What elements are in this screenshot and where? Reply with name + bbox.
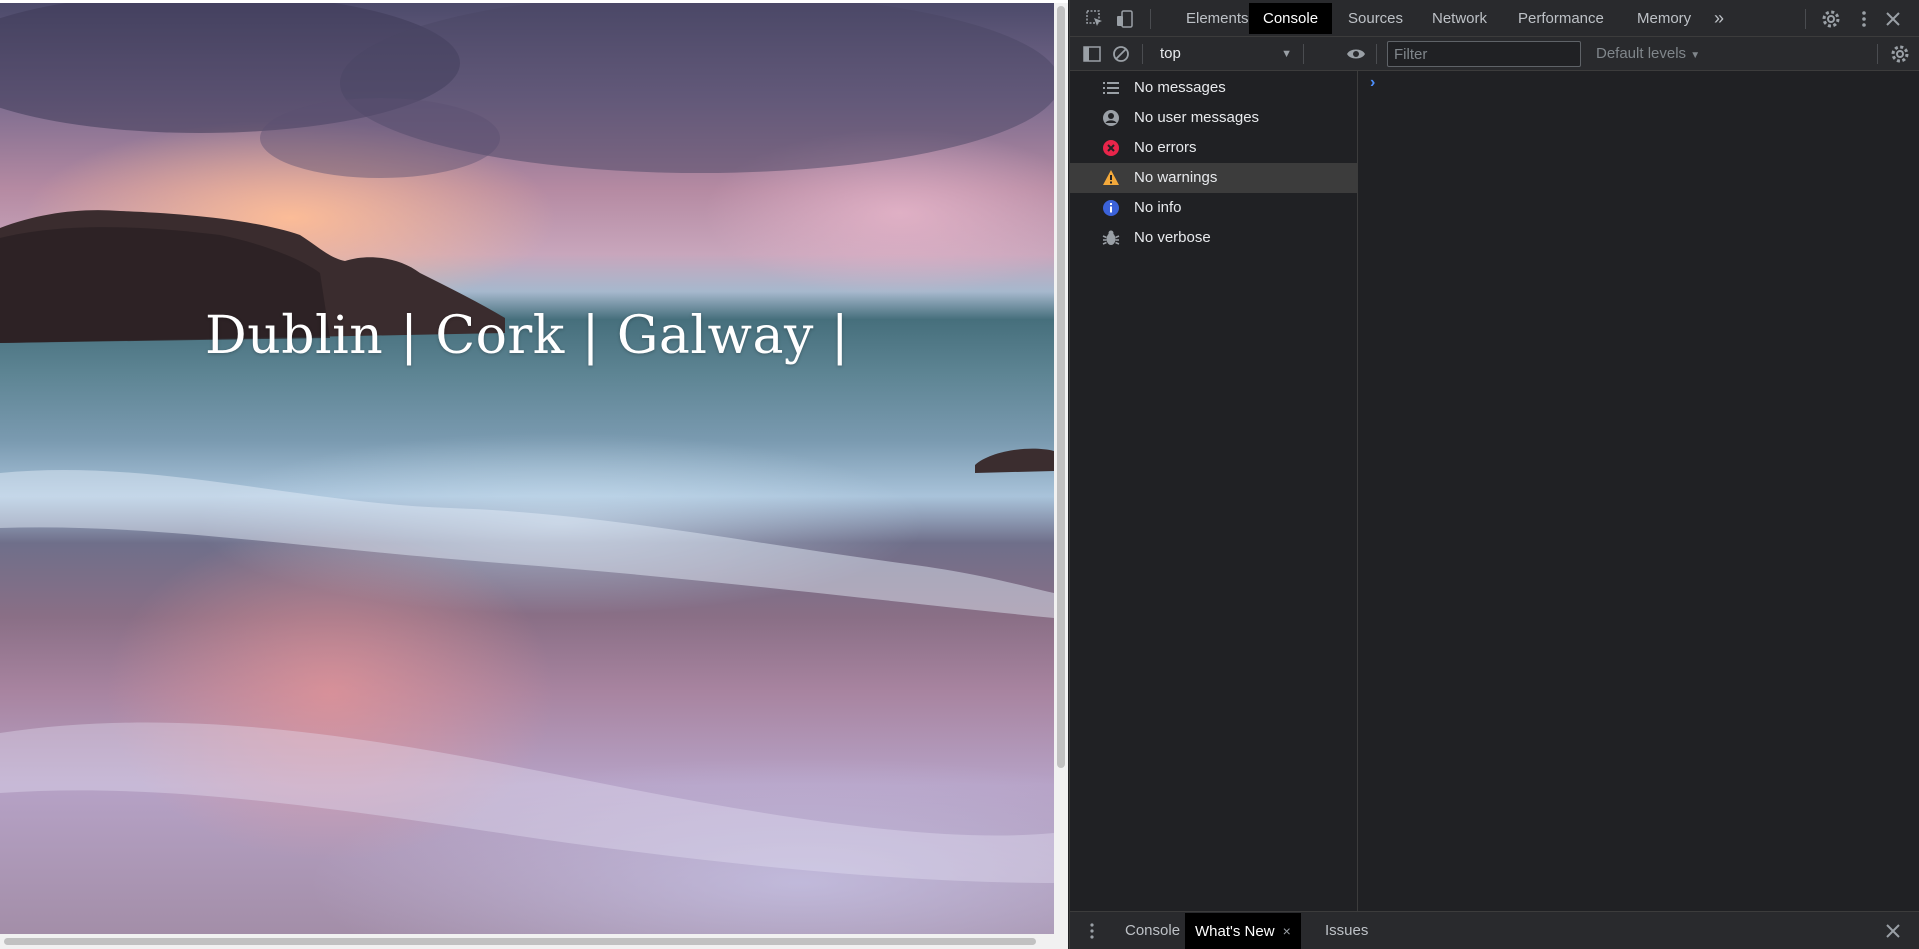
user-icon bbox=[1103, 110, 1119, 126]
sidebar-item-label: No messages bbox=[1134, 79, 1226, 96]
bug-icon bbox=[1102, 230, 1120, 245]
drawer-tab-label: What's New bbox=[1195, 923, 1275, 940]
toolbar-separator bbox=[1376, 44, 1377, 64]
info-icon bbox=[1103, 200, 1119, 216]
context-selector[interactable]: top ▼ bbox=[1152, 42, 1296, 66]
horizontal-scrollbar[interactable] bbox=[0, 934, 1068, 949]
sidebar-item-label: No verbose bbox=[1134, 229, 1211, 246]
devtools-tab-bar: Elements Console Sources Network Perform… bbox=[1070, 0, 1919, 37]
sidebar-item-label: No warnings bbox=[1134, 169, 1218, 186]
console-prompt-chevron-icon: › bbox=[1370, 74, 1376, 91]
drawer-menu-kebab-icon[interactable] bbox=[1080, 919, 1104, 943]
close-drawer-icon[interactable] bbox=[1881, 919, 1905, 943]
toolbar-separator bbox=[1877, 44, 1878, 64]
sidebar-item-messages[interactable]: No messages bbox=[1070, 73, 1357, 103]
sidebar-item-label: No user messages bbox=[1134, 109, 1260, 126]
devtools-panel: Elements Console Sources Network Perform… bbox=[1069, 0, 1919, 949]
landscape-illustration bbox=[0, 3, 1054, 883]
page-viewport: Dublin | Cork | Galway | bbox=[0, 0, 1068, 949]
chevron-down-icon: ▼ bbox=[1690, 50, 1701, 61]
hero-background-image: Dublin | Cork | Galway | bbox=[0, 3, 1054, 934]
inspect-element-icon[interactable] bbox=[1083, 7, 1107, 31]
drawer-tab-issues[interactable]: Issues bbox=[1315, 913, 1378, 949]
sidebar-toggle-icon[interactable] bbox=[1080, 42, 1104, 66]
warning-icon bbox=[1103, 170, 1119, 185]
horizontal-scrollbar-thumb[interactable] bbox=[4, 938, 1036, 945]
vertical-scrollbar[interactable] bbox=[1054, 3, 1068, 934]
tab-performance[interactable]: Performance bbox=[1504, 3, 1618, 34]
console-sidebar: No messages No user messages No errors N… bbox=[1070, 71, 1358, 911]
settings-gear-icon[interactable] bbox=[1819, 7, 1843, 31]
vertical-scrollbar-thumb[interactable] bbox=[1057, 6, 1065, 768]
sidebar-item-info[interactable]: No info bbox=[1070, 193, 1357, 223]
sidebar-item-label: No info bbox=[1134, 199, 1182, 216]
tab-console[interactable]: Console bbox=[1249, 3, 1333, 34]
console-toolbar: top ▼ Default levels ▼ bbox=[1070, 37, 1919, 71]
log-levels-label: Default levels bbox=[1596, 45, 1687, 62]
toolbar-separator bbox=[1303, 44, 1304, 64]
sidebar-item-label: No errors bbox=[1134, 139, 1197, 156]
tab-separator bbox=[1805, 9, 1806, 29]
devtools-drawer-tab-bar: Console What's New × Issues bbox=[1070, 911, 1919, 949]
close-devtools-icon[interactable] bbox=[1881, 7, 1905, 31]
error-icon bbox=[1103, 140, 1119, 156]
tab-network[interactable]: Network bbox=[1418, 3, 1501, 34]
tab-sources[interactable]: Sources bbox=[1334, 3, 1417, 34]
list-icon bbox=[1103, 82, 1119, 94]
device-toolbar-icon[interactable] bbox=[1113, 7, 1137, 31]
filter-input[interactable] bbox=[1387, 41, 1581, 67]
live-expression-eye-icon[interactable] bbox=[1344, 42, 1368, 66]
drawer-tab-console[interactable]: Console bbox=[1115, 913, 1190, 949]
tab-memory[interactable]: Memory bbox=[1623, 3, 1705, 34]
console-settings-gear-icon[interactable] bbox=[1888, 42, 1912, 66]
sidebar-item-verbose[interactable]: No verbose bbox=[1070, 223, 1357, 253]
chevron-down-icon: ▼ bbox=[1281, 48, 1292, 60]
tab-separator bbox=[1150, 9, 1151, 29]
hero-title: Dublin | Cork | Galway | bbox=[205, 306, 849, 366]
log-levels-dropdown[interactable]: Default levels ▼ bbox=[1590, 42, 1706, 66]
sidebar-item-errors[interactable]: No errors bbox=[1070, 133, 1357, 163]
close-tab-icon[interactable]: × bbox=[1283, 923, 1291, 939]
sidebar-item-user-messages[interactable]: No user messages bbox=[1070, 103, 1357, 133]
console-output[interactable]: › bbox=[1359, 71, 1919, 911]
clear-console-icon[interactable] bbox=[1109, 42, 1133, 66]
toolbar-separator bbox=[1142, 44, 1143, 64]
kebab-menu-icon[interactable] bbox=[1852, 7, 1876, 31]
sidebar-item-warnings[interactable]: No warnings bbox=[1070, 163, 1357, 193]
more-tabs-button[interactable]: » bbox=[1706, 3, 1732, 34]
context-selector-value: top bbox=[1160, 45, 1181, 62]
drawer-tab-whats-new[interactable]: What's New × bbox=[1185, 913, 1301, 949]
